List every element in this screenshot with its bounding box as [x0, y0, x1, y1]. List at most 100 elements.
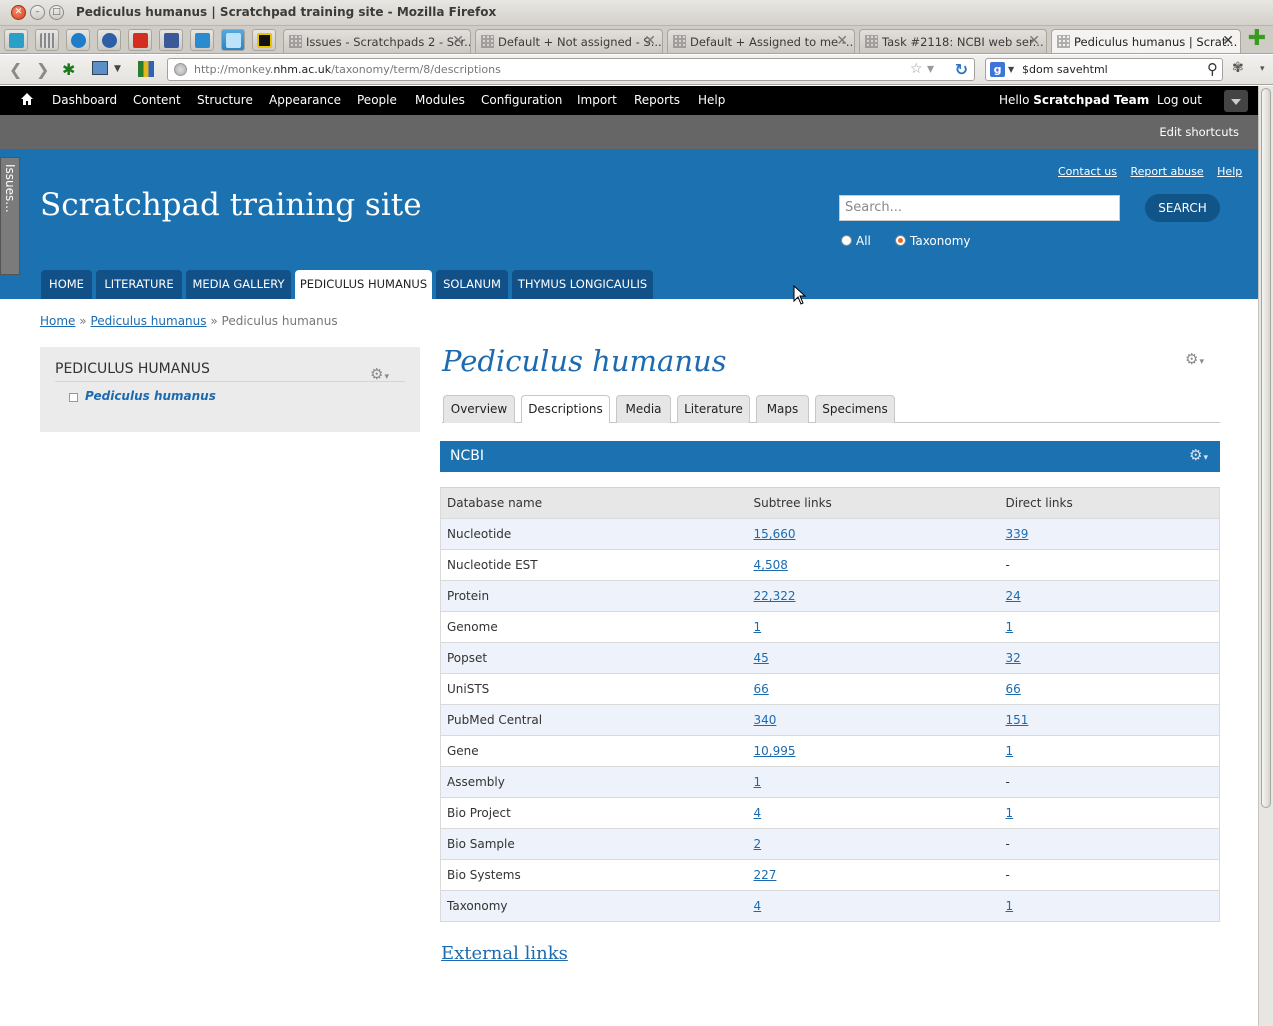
- tab-maps[interactable]: Maps: [756, 395, 809, 423]
- cell-subtree-links-link[interactable]: 340: [754, 713, 777, 727]
- app-tab-twitter-active[interactable]: [221, 29, 245, 51]
- sidebar-item-pediculus-humanus[interactable]: Pediculus humanus: [85, 389, 216, 403]
- cell-direct-links-link[interactable]: 1: [1006, 899, 1014, 913]
- help-link[interactable]: Help: [1217, 165, 1242, 178]
- tab-close-icon[interactable]: ✕: [452, 33, 464, 49]
- tab-close-icon[interactable]: ✕: [644, 33, 656, 49]
- cell-subtree-links-link[interactable]: 66: [754, 682, 769, 696]
- dropdown-arrow-icon[interactable]: ▼: [114, 64, 121, 74]
- cell-direct-links-link[interactable]: 32: [1006, 651, 1021, 665]
- menu-arrow-icon[interactable]: ▾: [1260, 64, 1265, 74]
- back-icon[interactable]: ❮: [9, 60, 22, 79]
- admin-menu-reports[interactable]: Reports: [634, 93, 680, 107]
- cell-subtree-links-link[interactable]: 4,508: [754, 558, 788, 572]
- nav-media-gallery[interactable]: MEDIA GALLERY: [186, 270, 291, 299]
- cell-direct-links-link[interactable]: 1: [1006, 806, 1014, 820]
- cell-direct-links-link[interactable]: 24: [1006, 589, 1021, 603]
- tab-close-icon[interactable]: ✕: [836, 33, 848, 49]
- radio-taxonomy[interactable]: Taxonomy: [895, 234, 971, 248]
- shortcuts-toggle-button[interactable]: [1224, 90, 1248, 112]
- cell-subtree-links-link[interactable]: 4: [754, 899, 762, 913]
- cell-subtree-links-link[interactable]: 10,995: [754, 744, 796, 758]
- image-icon[interactable]: [92, 61, 108, 75]
- browser-tab-task[interactable]: Task #2118: NCBI web ser... ✕: [859, 29, 1047, 53]
- report-abuse-link[interactable]: Report abuse: [1131, 165, 1204, 178]
- browser-tab-assigned[interactable]: Default + Assigned to me -... ✕: [667, 29, 855, 53]
- radio-button[interactable]: [841, 235, 852, 246]
- external-links-heading[interactable]: External links: [441, 943, 568, 964]
- tab-overview[interactable]: Overview: [443, 395, 515, 423]
- nav-pediculus-humanus[interactable]: PEDICULUS HUMANUS: [295, 270, 432, 299]
- admin-menu-import[interactable]: Import: [577, 93, 617, 107]
- nav-literature[interactable]: LITERATURE: [96, 270, 182, 299]
- gear-icon[interactable]: ⚙: [1185, 350, 1204, 368]
- app-tab-twitter[interactable]: [190, 29, 214, 51]
- radio-all[interactable]: All: [841, 234, 871, 248]
- cell-subtree-links-link[interactable]: 4: [754, 806, 762, 820]
- cell-subtree-links-link[interactable]: 227: [754, 868, 777, 882]
- addon-icon[interactable]: ✾: [1232, 60, 1244, 76]
- home-icon[interactable]: [20, 92, 34, 106]
- search-icon[interactable]: ⚲: [1207, 60, 1218, 78]
- cell-direct-links-link[interactable]: 151: [1006, 713, 1029, 727]
- engine-dropdown-icon[interactable]: ▼: [1008, 65, 1014, 74]
- cell-subtree-links-link[interactable]: 1: [754, 620, 762, 634]
- tab-media[interactable]: Media: [616, 395, 671, 423]
- cell-subtree-links-link[interactable]: 45: [754, 651, 769, 665]
- app-tab-facebook[interactable]: [159, 29, 183, 51]
- tab-specimens[interactable]: Specimens: [815, 395, 895, 423]
- site-search-input[interactable]: Search...: [839, 195, 1120, 221]
- bookmark-star-icon[interactable]: ☆ ▾: [910, 61, 934, 77]
- app-tab-drupal[interactable]: [66, 29, 90, 51]
- admin-menu-help[interactable]: Help: [698, 93, 725, 107]
- nav-thymus-longicaulis[interactable]: THYMUS LONGICAULIS: [512, 270, 653, 299]
- breadcrumb-home[interactable]: Home: [40, 314, 75, 328]
- window-minimize-button[interactable]: –: [30, 5, 45, 20]
- browser-tab-not-assigned[interactable]: Default + Not assigned - S... ✕: [475, 29, 663, 53]
- admin-menu-dashboard[interactable]: Dashboard: [52, 93, 117, 107]
- cell-subtree-links-link[interactable]: 15,660: [754, 527, 796, 541]
- bug-icon[interactable]: ✱: [62, 60, 75, 79]
- contact-us-link[interactable]: Contact us: [1058, 165, 1117, 178]
- site-name[interactable]: Scratchpad training site: [40, 187, 422, 223]
- cell-subtree-links-link[interactable]: 2: [754, 837, 762, 851]
- forward-icon[interactable]: ❯: [36, 60, 49, 79]
- url-bar[interactable]: http://monkey.nhm.ac.uk/taxonomy/term/8/…: [167, 58, 975, 81]
- admin-menu-appearance[interactable]: Appearance: [269, 93, 341, 107]
- page-scrollbar[interactable]: [1258, 86, 1273, 1026]
- cell-direct-links-link[interactable]: 66: [1006, 682, 1021, 696]
- admin-menu-people[interactable]: People: [357, 93, 397, 107]
- reload-icon[interactable]: ↻: [955, 60, 968, 79]
- browser-tab-issues[interactable]: Issues - Scratchpads 2 - Scr... ✕: [283, 29, 471, 53]
- tab-descriptions[interactable]: Descriptions: [521, 395, 610, 423]
- new-tab-button[interactable]: ✚: [1246, 28, 1268, 50]
- app-tab-terminal[interactable]: [252, 29, 276, 51]
- tab-literature[interactable]: Literature: [677, 395, 750, 423]
- browser-tab-pediculus[interactable]: Pediculus humanus | Scrat... ✕: [1051, 29, 1241, 53]
- chart-icon[interactable]: [138, 61, 154, 77]
- admin-menu-configuration[interactable]: Configuration: [481, 93, 562, 107]
- admin-menu-modules[interactable]: Modules: [415, 93, 465, 107]
- edit-shortcuts-link[interactable]: Edit shortcuts: [1159, 125, 1239, 139]
- app-tab-music[interactable]: [4, 29, 28, 51]
- cell-subtree-links-link[interactable]: 22,322: [754, 589, 796, 603]
- logout-link[interactable]: Log out: [1157, 93, 1202, 107]
- cell-direct-links-link[interactable]: 339: [1006, 527, 1029, 541]
- issues-side-tab[interactable]: Issues...: [0, 157, 20, 275]
- tab-close-icon[interactable]: ✕: [1028, 33, 1040, 49]
- app-tab-blue[interactable]: [97, 29, 121, 51]
- gear-icon[interactable]: ⚙: [1189, 446, 1208, 464]
- admin-menu-structure[interactable]: Structure: [197, 93, 253, 107]
- user-name[interactable]: Scratchpad Team: [1033, 93, 1149, 107]
- cell-direct-links-link[interactable]: 1: [1006, 620, 1014, 634]
- scrollbar-thumb[interactable]: [1261, 88, 1271, 808]
- cell-direct-links-link[interactable]: 1: [1006, 744, 1014, 758]
- app-tab-grid[interactable]: [35, 29, 59, 51]
- app-tab-os[interactable]: [128, 29, 152, 51]
- admin-menu-content[interactable]: Content: [133, 93, 181, 107]
- nav-home[interactable]: HOME: [41, 270, 92, 299]
- tab-close-icon[interactable]: ✕: [1222, 33, 1234, 49]
- window-close-button[interactable]: ✕: [11, 5, 26, 20]
- window-maximize-button[interactable]: □: [49, 5, 64, 20]
- nav-solanum[interactable]: SOLANUM: [436, 270, 508, 299]
